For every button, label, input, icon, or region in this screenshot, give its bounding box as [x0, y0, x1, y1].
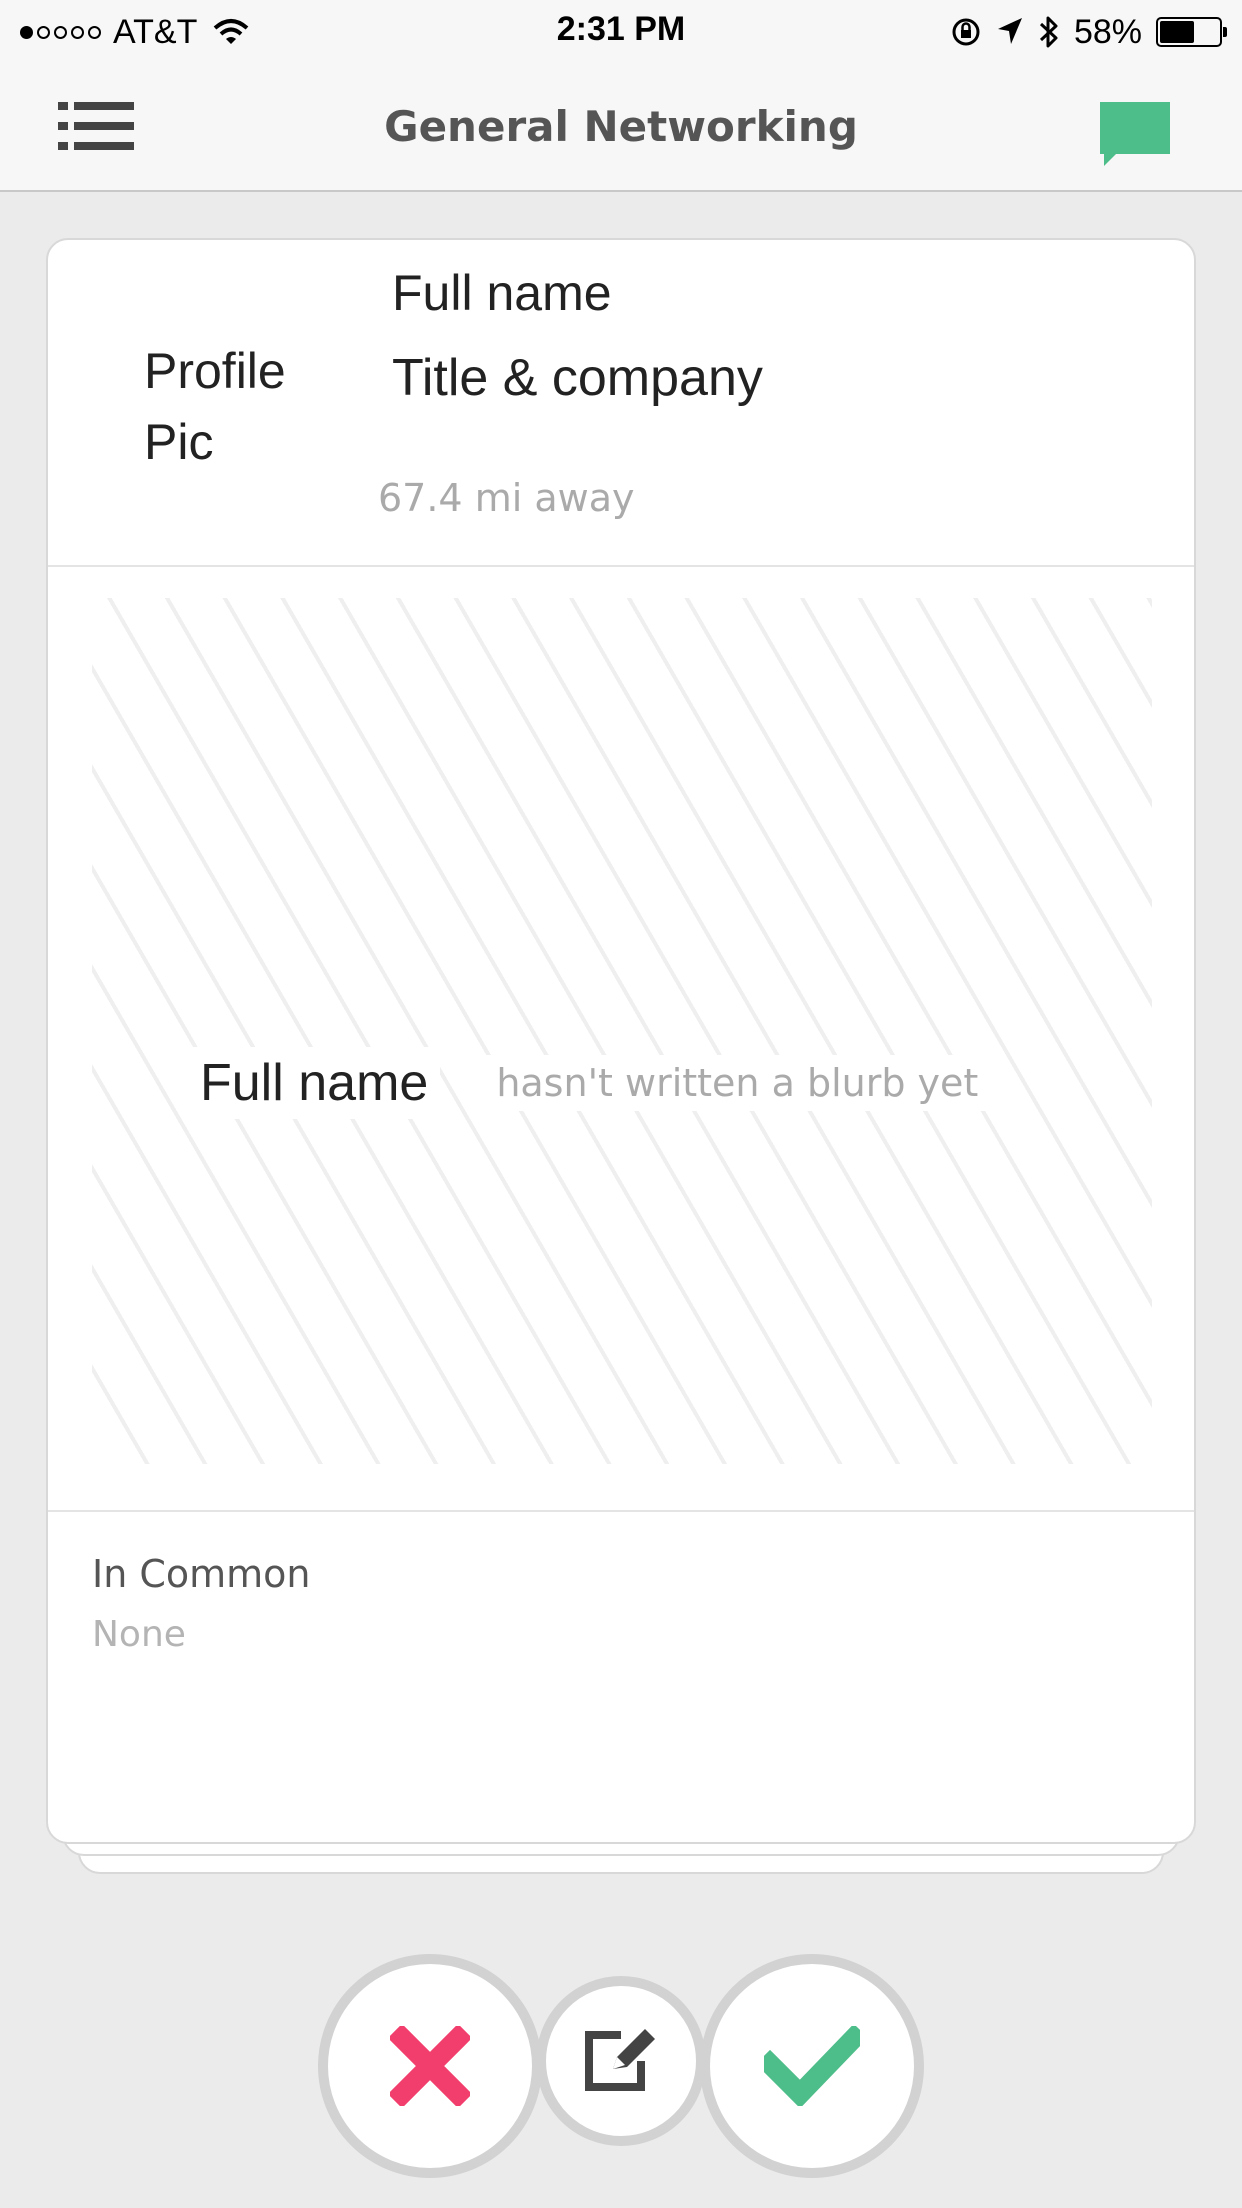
- reject-button[interactable]: [318, 1954, 542, 2178]
- blurb-row: Full name hasn't written a blurb yet: [188, 1040, 991, 1126]
- close-x-icon: [390, 2026, 470, 2106]
- in-common-value: None: [92, 1614, 186, 1655]
- edit-icon: [585, 2029, 655, 2091]
- checkmark-icon: [764, 2026, 860, 2106]
- in-common-title: In Common: [92, 1552, 311, 1596]
- profile-distance: 67.4 mi away: [378, 476, 635, 520]
- battery-percent: 58%: [1073, 12, 1142, 51]
- profile-card[interactable]: Profile Pic Full name Title & company 67…: [46, 238, 1196, 1844]
- battery-fill: [1160, 21, 1194, 43]
- nav-bar: General Networking: [0, 62, 1242, 192]
- blurb-area: Full name hasn't written a blurb yet: [92, 598, 1152, 1464]
- orientation-lock-icon: [952, 18, 980, 46]
- profile-card-header: Profile Pic Full name Title & company 67…: [48, 240, 1194, 567]
- profile-title-company: Title & company: [392, 349, 763, 407]
- location-arrow-icon: [997, 18, 1022, 44]
- profile-pic-placeholder: Profile Pic: [144, 343, 286, 470]
- blurb-full-name: Full name: [188, 1047, 441, 1119]
- accept-button[interactable]: [700, 1954, 924, 2178]
- status-bar: AT&T 2:31 PM 58%: [0, 0, 1242, 62]
- profile-full-name: Full name: [392, 265, 612, 321]
- blurb-text: hasn't written a blurb yet: [484, 1055, 991, 1111]
- in-common-section: In Common None: [48, 1510, 1194, 1655]
- status-bar-right: 58%: [950, 12, 1227, 52]
- page-title: General Networking: [384, 102, 858, 151]
- bluetooth-icon: [1039, 16, 1058, 48]
- chat-bubble-icon[interactable]: [1100, 102, 1170, 166]
- edit-button[interactable]: [536, 1976, 706, 2146]
- battery-icon: [1156, 17, 1227, 47]
